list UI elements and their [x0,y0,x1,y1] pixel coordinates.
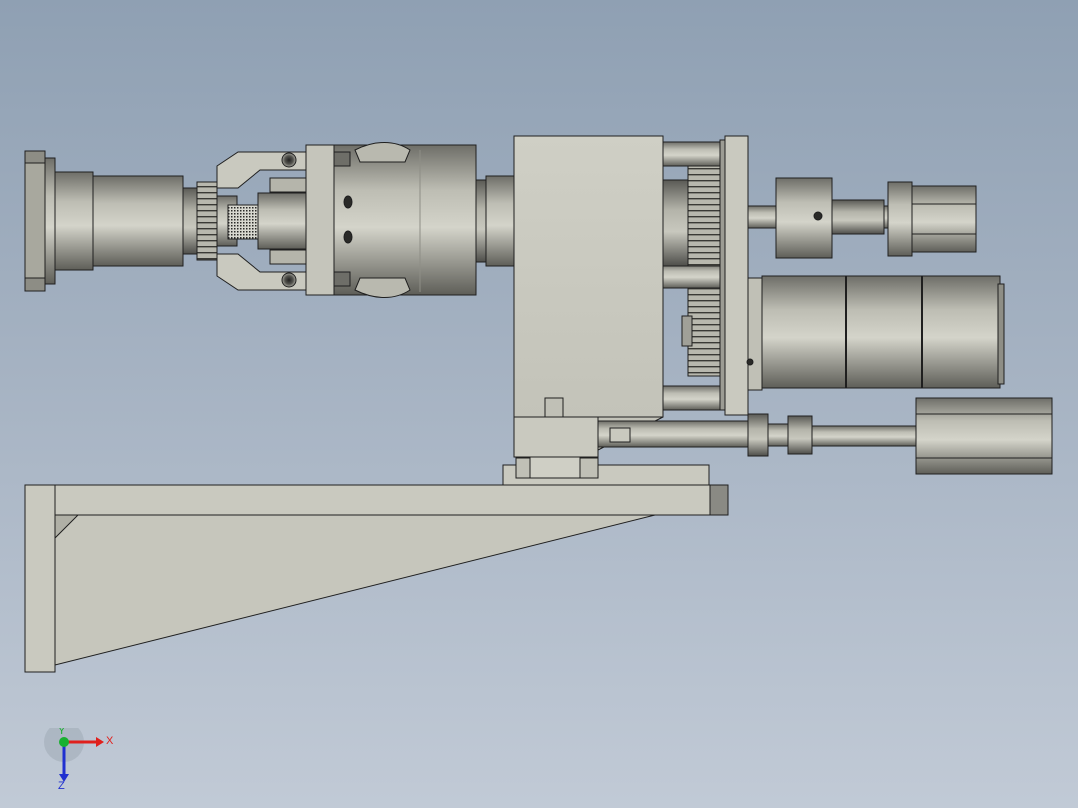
spindle-neck [475,175,515,267]
x-axis-label: X [106,735,114,747]
upper-shaft-assembly [747,177,977,259]
cad-viewport[interactable]: X Y Z [0,0,1078,808]
linear-slide [502,454,710,486]
gear-train [662,135,749,416]
x-arrow-head [96,737,104,747]
base-bracket [24,484,729,673]
z-axis-label: Z [58,780,65,790]
chuck-body [305,142,477,298]
y-axis-label: Y [58,728,66,737]
servo-motor [746,275,1005,391]
left-spindle [24,150,238,292]
y-axis-dot [59,737,69,747]
axis-triad[interactable]: X Y Z [40,728,120,790]
gearbox-housing [513,135,664,458]
cad-assembly-drawing [24,135,1053,673]
